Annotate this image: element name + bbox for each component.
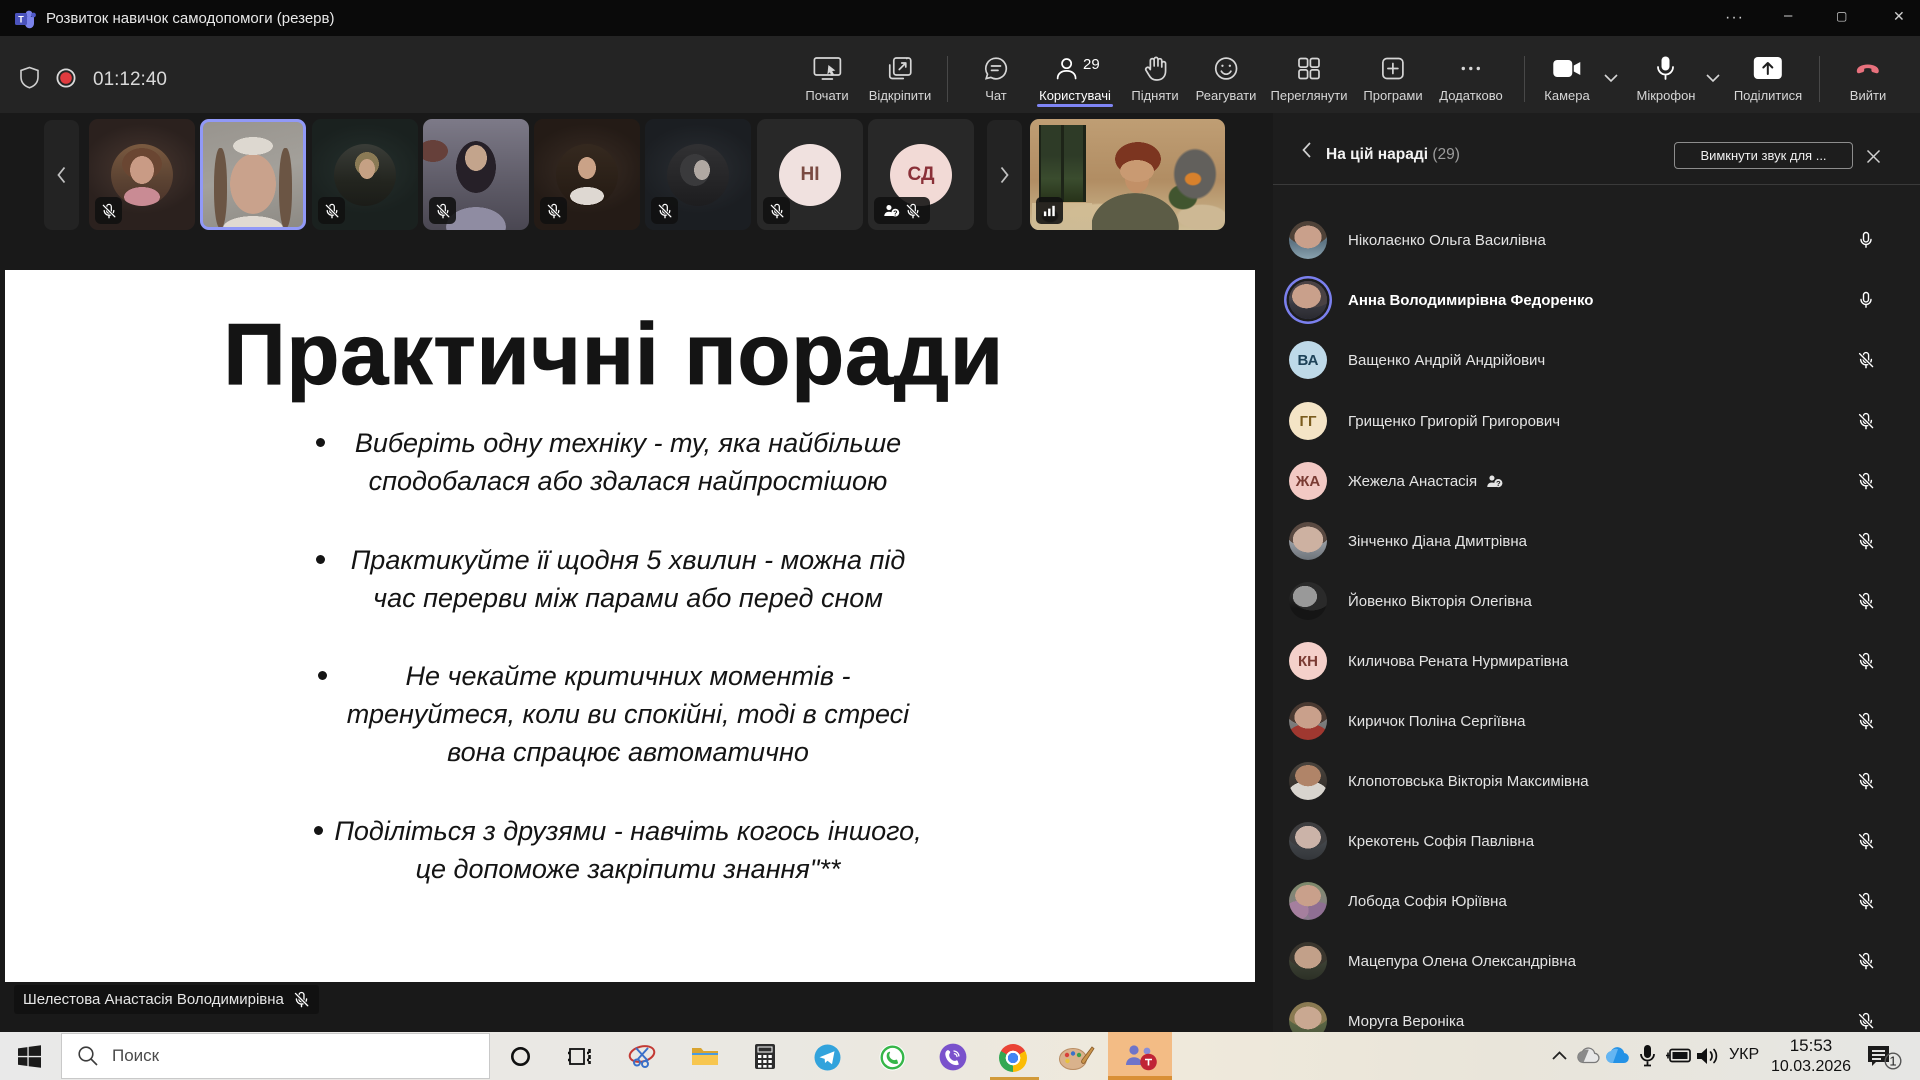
svg-text:?: ? — [1496, 479, 1501, 488]
svg-text:1: 1 — [1889, 1054, 1896, 1069]
svg-text:?: ? — [893, 208, 897, 217]
svg-text:T: T — [18, 15, 24, 25]
